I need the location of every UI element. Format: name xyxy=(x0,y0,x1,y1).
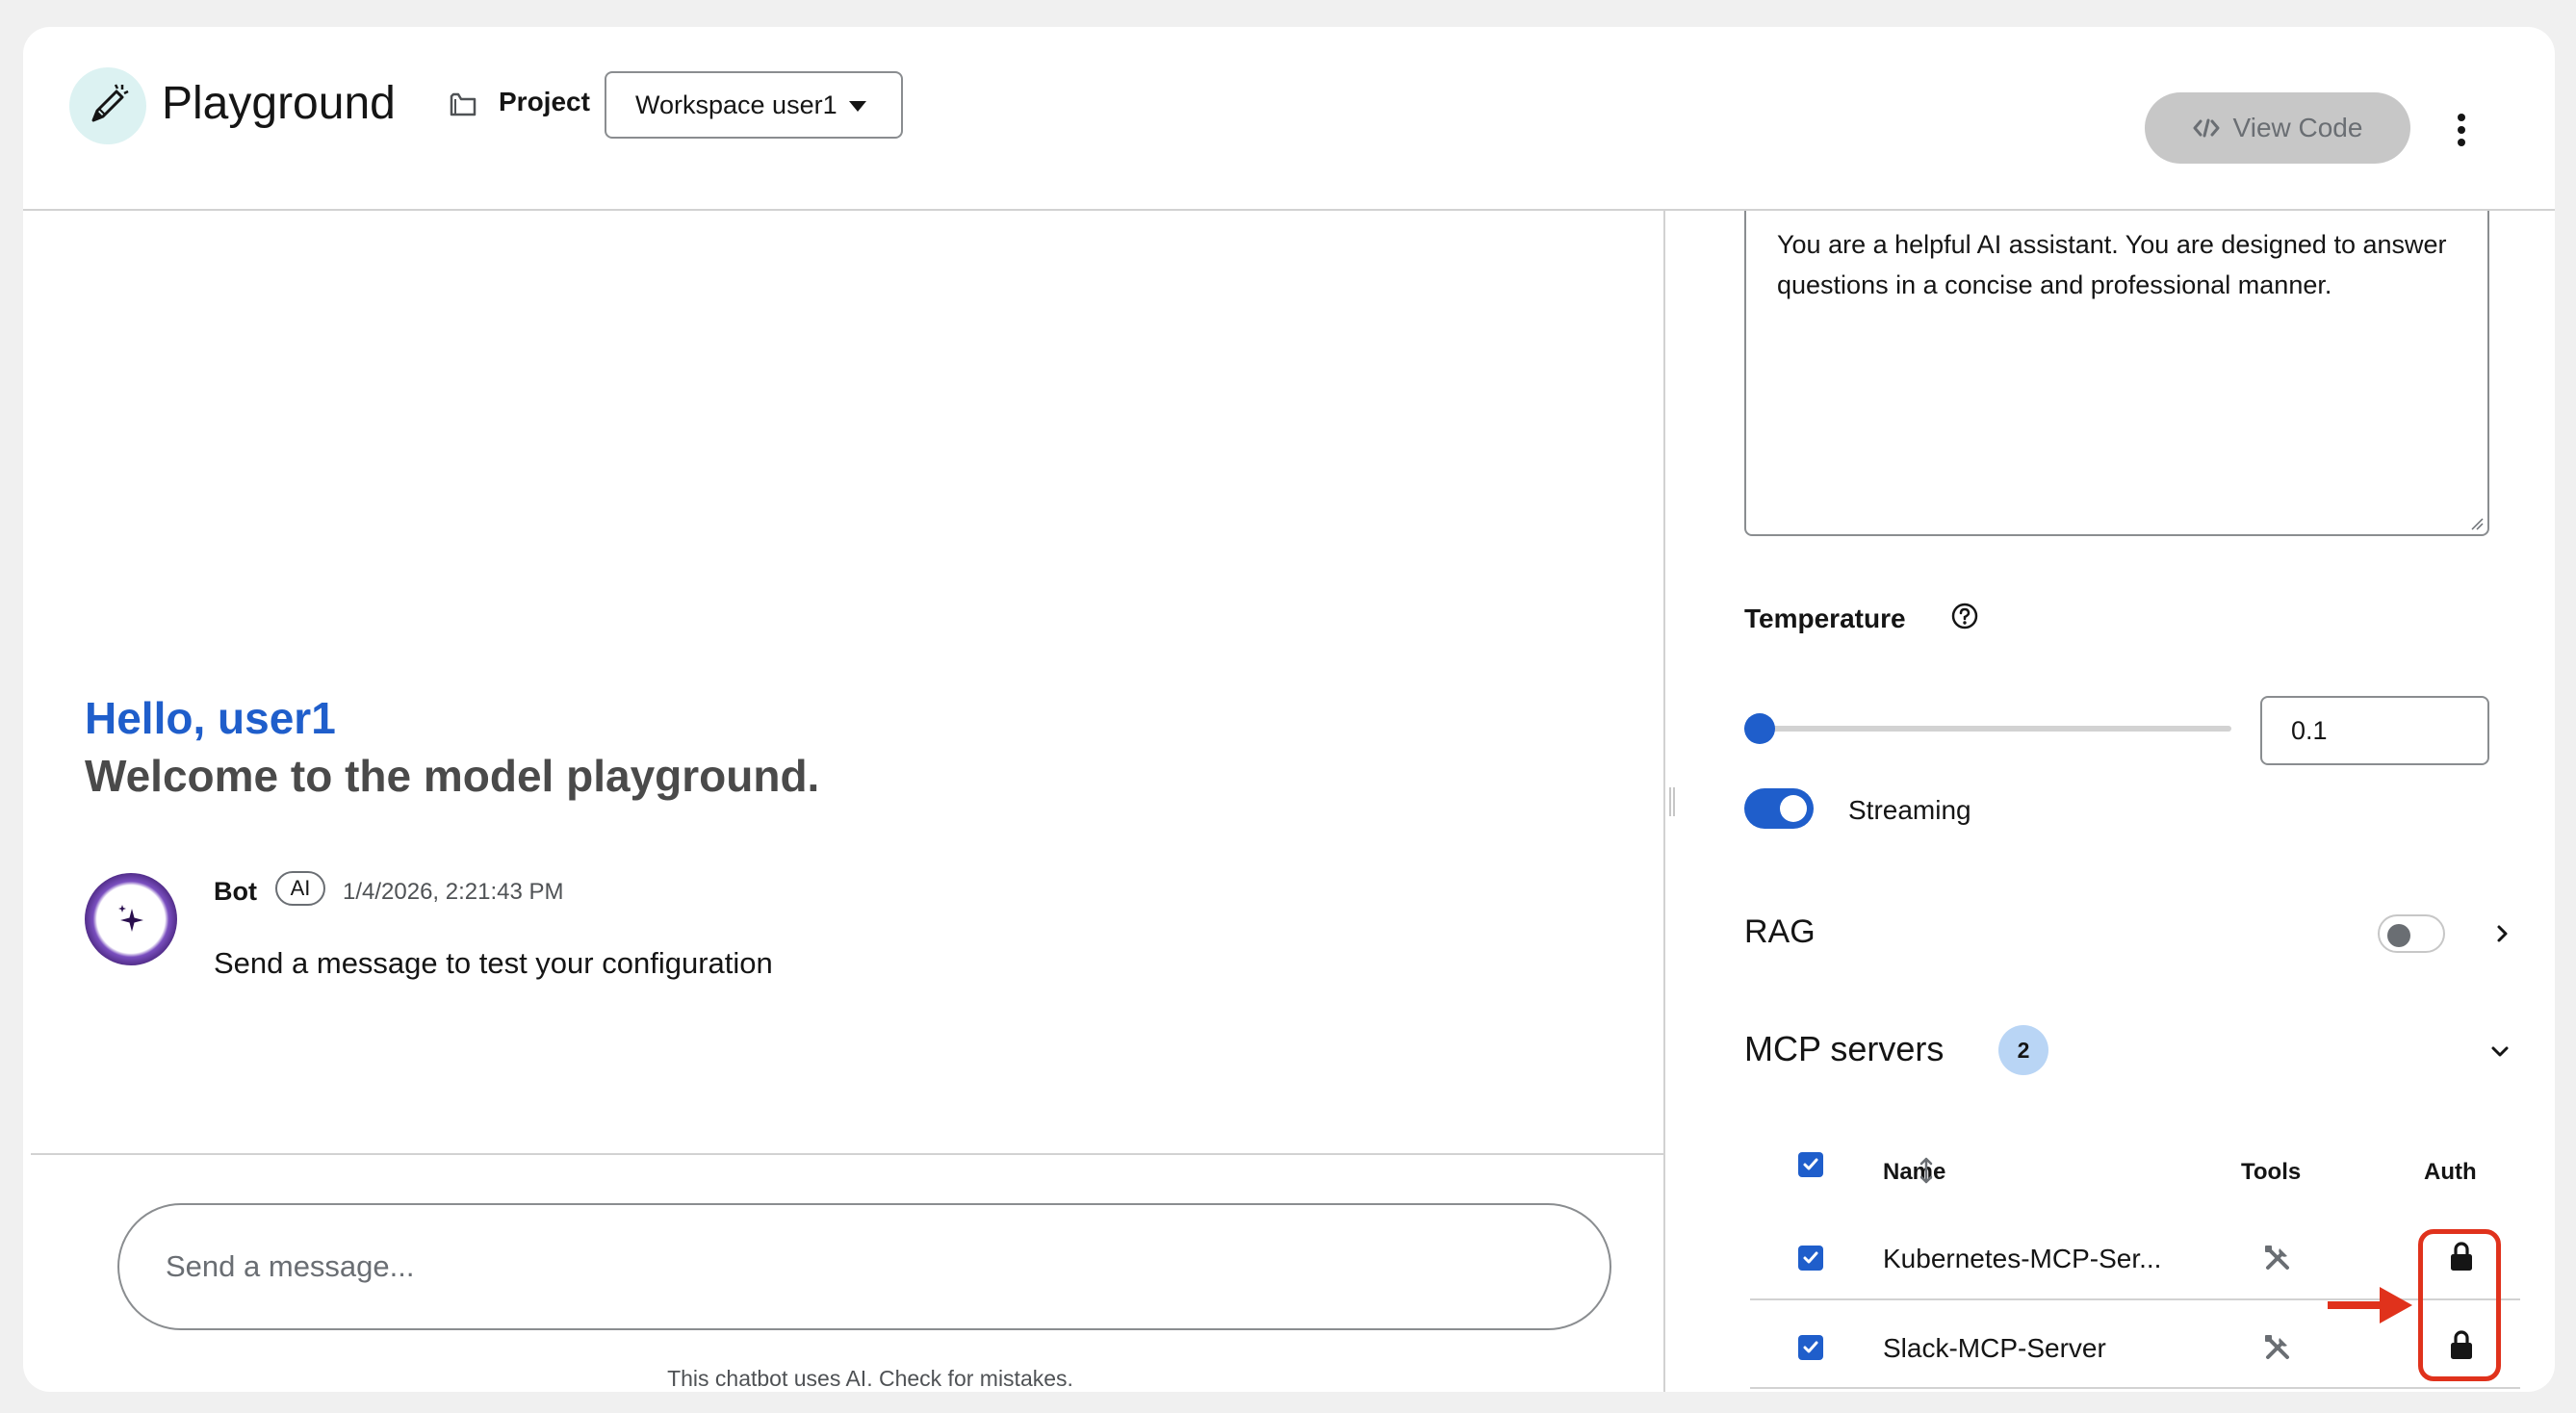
mcp-server-name: Slack-MCP-Server xyxy=(1883,1333,2106,1363)
column-header-name[interactable]: Name xyxy=(1883,1159,1945,1186)
system-prompt-textarea[interactable]: You are a helpful AI assistant. You are … xyxy=(1744,211,2489,536)
bot-avatar xyxy=(85,873,177,965)
column-header-tools: Tools xyxy=(2241,1159,2302,1185)
project-label: Project xyxy=(499,87,590,116)
folder-icon xyxy=(450,92,477,116)
playground-logo xyxy=(69,67,146,144)
red-arrow-annotation xyxy=(2328,1287,2412,1323)
streaming-toggle[interactable] xyxy=(1744,788,1814,829)
temperature-slider-thumb[interactable] xyxy=(1744,713,1775,744)
row-separator xyxy=(1750,1387,2520,1389)
code-icon xyxy=(2193,118,2220,138)
ai-badge: AI xyxy=(275,871,325,906)
bot-name: Bot xyxy=(214,877,257,906)
chat-divider xyxy=(31,1153,1663,1155)
bot-message: Send a message to test your configuratio… xyxy=(214,946,773,980)
chevron-right-icon[interactable] xyxy=(2491,923,2512,944)
system-prompt-text: You are a helpful AI assistant. You are … xyxy=(1777,230,2447,299)
page-header: Playground Project Workspace user1 View … xyxy=(23,27,2555,211)
mcp-count-badge: 2 xyxy=(1998,1025,2048,1075)
tools-icon[interactable] xyxy=(2262,1243,2293,1273)
chat-panel: Hello, user1 Welcome to the model playgr… xyxy=(31,211,1663,1392)
streaming-label: Streaming xyxy=(1848,795,1971,825)
view-code-button[interactable]: View Code xyxy=(2145,92,2410,164)
playground-card: Playground Project Workspace user1 View … xyxy=(23,27,2555,1392)
select-all-checkbox[interactable] xyxy=(1798,1152,1823,1177)
sparkle-icon xyxy=(118,905,143,932)
auth-highlight-box xyxy=(2418,1229,2501,1381)
textarea-resize-icon[interactable] xyxy=(2470,517,2484,530)
rag-label: RAG xyxy=(1744,913,1816,950)
temperature-input-value: 0.1 xyxy=(2291,715,2328,745)
temperature-slider-track[interactable] xyxy=(1744,726,2231,732)
chevron-down-icon[interactable] xyxy=(2489,1040,2511,1062)
message-timestamp: 1/4/2026, 2:21:43 PM xyxy=(343,879,564,905)
ai-disclaimer: This chatbot uses AI. Check for mistakes… xyxy=(667,1366,1073,1391)
settings-panel: You are a helpful AI assistant. You are … xyxy=(1665,211,2555,1392)
row-checkbox[interactable] xyxy=(1798,1246,1823,1271)
message-input-placeholder: Send a message... xyxy=(166,1249,415,1283)
mcp-servers-label: MCP servers xyxy=(1744,1029,1945,1068)
view-code-label: View Code xyxy=(2232,113,2363,142)
row-checkbox[interactable] xyxy=(1798,1335,1823,1360)
welcome-text: Welcome to the model playground. xyxy=(85,751,820,801)
kebab-menu-icon[interactable] xyxy=(2457,114,2466,146)
greeting-text: Hello, user1 xyxy=(85,693,336,743)
page-title: Playground xyxy=(162,78,396,129)
message-input[interactable]: Send a message... xyxy=(117,1203,1611,1330)
column-header-auth: Auth xyxy=(2424,1159,2477,1185)
check-icon xyxy=(1803,1158,1818,1170)
sort-icon[interactable] xyxy=(1918,1156,1935,1185)
tools-icon[interactable] xyxy=(2262,1332,2293,1363)
check-icon xyxy=(1803,1251,1818,1264)
rag-toggle[interactable] xyxy=(2378,914,2445,953)
mcp-server-name: Kubernetes-MCP-Ser... xyxy=(1883,1244,2162,1273)
workspace-select-value: Workspace user1 xyxy=(635,90,837,119)
workspace-select[interactable]: Workspace user1 xyxy=(605,71,903,139)
caret-down-icon xyxy=(849,101,866,112)
temperature-label: Temperature xyxy=(1744,604,1906,633)
help-icon[interactable] xyxy=(1950,602,1979,630)
temperature-input[interactable]: 0.1 xyxy=(2260,696,2489,765)
pencil-sparkle-icon xyxy=(91,84,129,122)
check-icon xyxy=(1803,1341,1818,1353)
